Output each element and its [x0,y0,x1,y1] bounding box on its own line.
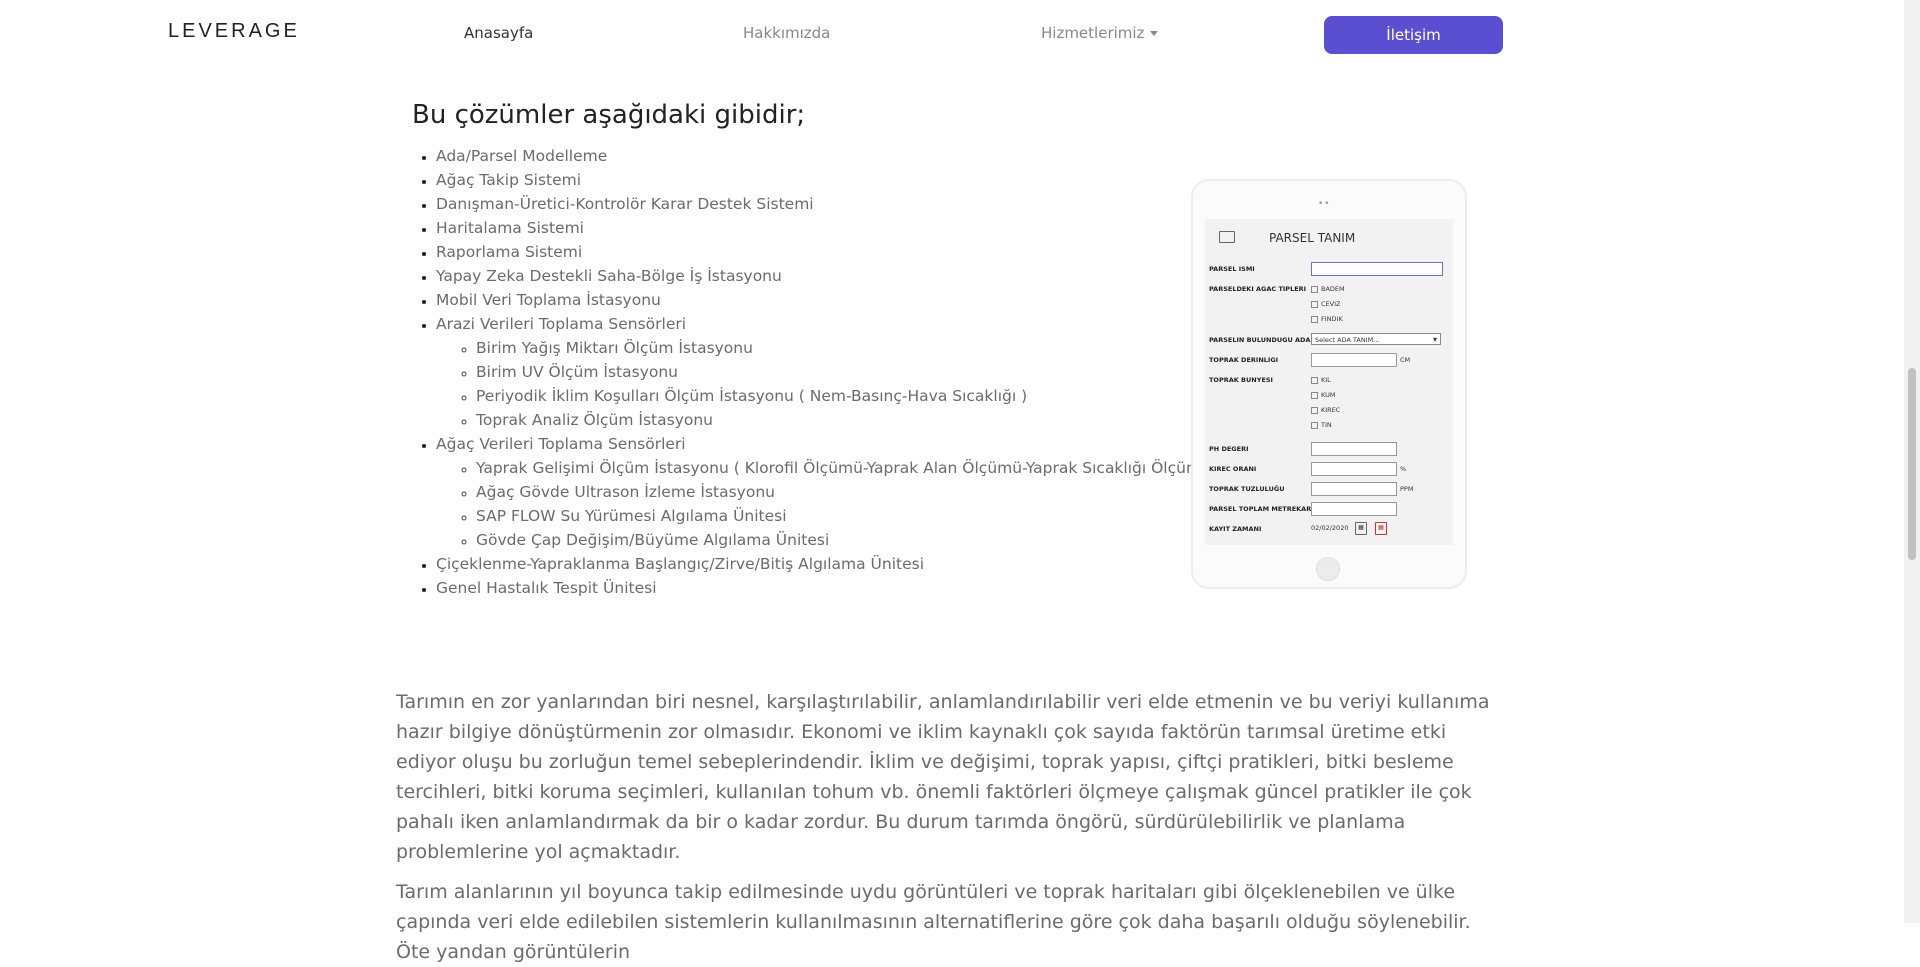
label-metrekare: PARSEL TOPLAM METREKARE [1209,505,1316,513]
paragraph-1: Tarımın en zor yanlarından biri nesnel, … [396,691,1490,863]
checkbox-ceviz[interactable]: CEVIZ [1311,300,1340,308]
list-item: Raporlama Sistemi [436,240,1217,264]
navbar: LEVERAGE Anasayfa Hakkımızda Hizmetlerim… [0,0,1904,68]
calendar-clear-icon[interactable]: ▦ [1375,522,1387,535]
sublist-item: Birim UV Ölçüm İstasyonu [476,360,1217,384]
label-ph: PH DEGERI [1209,445,1249,453]
calendar-icon[interactable]: ▦ [1355,522,1367,535]
unit-ppm: PPM [1400,485,1414,493]
scrollbar[interactable] [1904,0,1920,923]
label-kayit: KAYIT ZAMANI [1209,525,1262,533]
checkbox-tin[interactable]: TIN [1311,421,1332,429]
checkbox-kum[interactable]: KUM [1311,391,1335,399]
tuzluluk-input[interactable] [1311,482,1397,496]
kirec-orani-input[interactable] [1311,462,1397,476]
logo[interactable]: LEVERAGE [168,20,300,43]
sublist-item: SAP FLOW Su Yürümesi Algılama Ünitesi [476,504,1217,528]
tablet-screen: PARSEL TANIM PARSEL ISMI PARSELDEKI AGAC… [1205,219,1453,545]
label-agac-tipleri: PARSELDEKI AGAC TIPLERI [1209,285,1307,293]
nav-link-hizmetlerimiz-label: Hizmetlerimiz [1041,24,1145,42]
list-item: Ağaç Takip Sistemi [436,168,1217,192]
label-tuzluluk: TOPRAK TUZLULUĞU [1209,485,1285,493]
nav-link-hizmetlerimiz[interactable]: Hizmetlerimiz [1041,24,1159,42]
unit-percent: % [1400,465,1407,473]
checkbox-kirec[interactable]: KIREC [1311,406,1340,414]
nav-link-hakkimizda[interactable]: Hakkımızda [743,24,830,42]
list-item: Haritalama Sistemi [436,216,1217,240]
scrollbar-thumb[interactable] [1908,368,1916,560]
label-kirec-orani: KIREC ORANI [1209,465,1257,473]
kayit-date: 02/02/2020 [1311,524,1349,532]
caret-down-icon [1150,31,1159,36]
paragraph-2: Tarım alanlarının yıl boyunca takip edil… [396,881,1471,963]
sublist-item: Gövde Çap Değişim/Büyüme Algılama Ünites… [476,528,1217,552]
checkbox-findik[interactable]: FINDIK [1311,315,1343,323]
sublist-item: Ağaç Gövde Ultrason İzleme İstasyonu [476,480,1217,504]
label-bulundugu-ada: PARSELIN BULUNDUGU ADA [1209,336,1311,344]
parsel-ismi-input[interactable] [1311,262,1443,276]
camera-dots: •• [1318,199,1331,209]
contact-button[interactable]: İletişim [1324,16,1503,54]
form-title: PARSEL TANIM [1269,231,1356,245]
label-parsel-ismi: PARSEL ISMI [1209,265,1255,273]
nav-link-anasayfa[interactable]: Anasayfa [464,24,533,42]
section-heading: Bu çözümler aşağıdaki gibidir; [412,100,806,130]
list-item: Çiçeklenme-Yapraklanma Başlangıç/Zirve/B… [436,552,1217,576]
sublist-item: Yaprak Gelişimi Ölçüm İstasyonu ( Klorof… [476,456,1217,480]
checkbox-kil[interactable]: KIL [1311,376,1331,384]
list-item-agac: Ağaç Verileri Toplama Sensörleri Yaprak … [436,432,1217,552]
tablet-mockup: •• PARSEL TANIM PARSEL ISMI PARSELDEKI A… [1191,179,1467,589]
sublist-item: Periyodik İklim Koşulları Ölçüm İstasyon… [476,384,1217,408]
home-button [1316,557,1340,581]
checkbox-badem[interactable]: BADEM [1311,285,1345,293]
sublist-agac: Yaprak Gelişimi Ölçüm İstasyonu ( Klorof… [436,456,1217,552]
sublist-item: Birim Yağış Miktarı Ölçüm İstasyonu [476,336,1217,360]
list-item: Yapay Zeka Destekli Saha-Bölge İş İstasy… [436,264,1217,288]
list-item: Danışman-Üretici-Kontrolör Karar Destek … [436,192,1217,216]
unit-cm: CM [1400,356,1411,364]
ada-select[interactable]: Select ADA TANIM... [1311,333,1441,346]
label-toprak-bunyesi: TOPRAK BUNYESI [1209,376,1273,384]
metrekare-input[interactable] [1311,502,1397,516]
toprak-derinligi-input[interactable] [1311,353,1397,367]
sublist-item: Toprak Analiz Ölçüm İstasyonu [476,408,1217,432]
list-item: Ada/Parsel Modelleme [436,144,1217,168]
solutions-list: Ada/Parsel Modelleme Ağaç Takip Sistemi … [412,144,1217,600]
list-item: Mobil Veri Toplama İstasyonu [436,288,1217,312]
list-item-arazi: Arazi Verileri Toplama Sensörleri Birim … [436,312,1217,432]
ph-input[interactable] [1311,442,1397,456]
label-toprak-derinligi: TOPRAK DERINLIGI [1209,356,1279,364]
list-item: Genel Hastalık Tespit Ünitesi [436,576,1217,600]
folder-icon [1219,231,1235,243]
sublist-arazi: Birim Yağış Miktarı Ölçüm İstasyonu Biri… [436,336,1217,432]
list-item-label: Arazi Verileri Toplama Sensörleri [436,315,687,333]
list-item-label: Ağaç Verileri Toplama Sensörleri [436,435,686,453]
